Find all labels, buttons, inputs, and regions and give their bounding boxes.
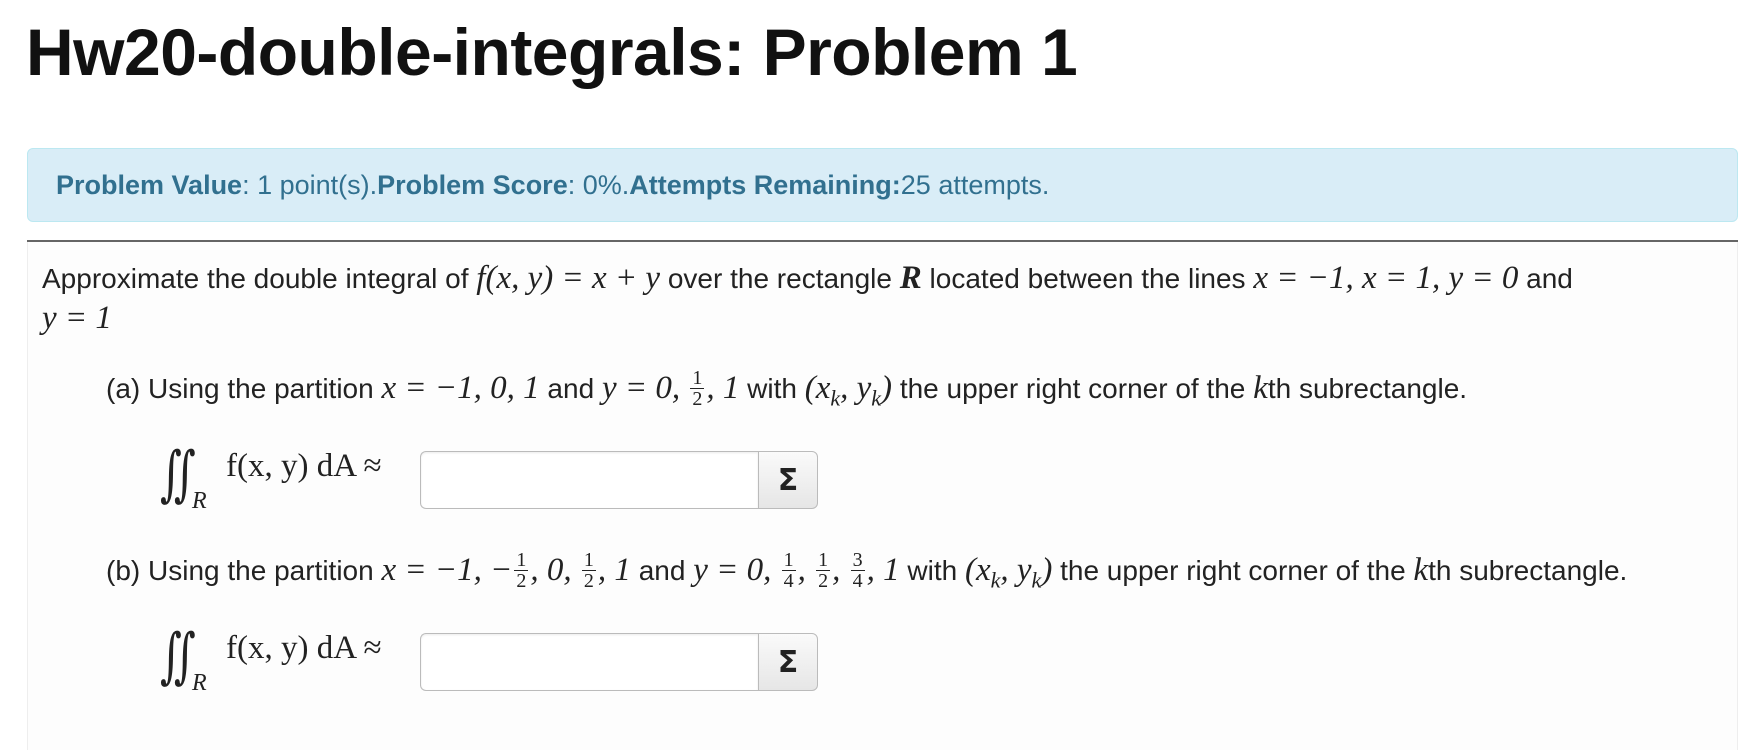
fraction: 12 xyxy=(690,367,705,411)
subscript-k: k xyxy=(990,567,1001,593)
part-a-y-partition-end: , 1 xyxy=(706,370,740,406)
sample-point-math: (xk, yk) xyxy=(804,370,893,411)
integral-region: R xyxy=(192,488,207,514)
fraction-numerator: 1 xyxy=(690,367,705,390)
answer-a-group: Σ xyxy=(420,451,818,509)
problem-value-text: : 1 point(s). xyxy=(242,169,378,200)
part-b-x-partition: , 0, xyxy=(530,552,580,588)
answer-a-input[interactable] xyxy=(420,451,758,509)
subscript-k: k xyxy=(871,385,882,411)
statement-text: located between the lines xyxy=(921,263,1254,294)
point-text: ) xyxy=(881,370,893,406)
part-b-x-partition: , 1 xyxy=(597,552,631,588)
problem-statement-line2: y = 1 xyxy=(42,298,112,339)
part-a-text: with xyxy=(739,373,805,404)
part-b-text: th subrectangle. xyxy=(1428,555,1628,586)
fraction-numerator: 1 xyxy=(581,549,596,572)
point-text: (x xyxy=(964,552,991,588)
page-title: Hw20-double-integrals: Problem 1 xyxy=(26,15,1078,89)
fraction: 34 xyxy=(850,549,865,593)
fraction: 12 xyxy=(581,549,596,593)
problem-info-alert: Problem Value: 1 point(s). Problem Score… xyxy=(27,148,1738,222)
problem-statement: Approximate the double integral of f(x, … xyxy=(42,258,1573,299)
lines-math: x = −1, x = 1, y = 0 xyxy=(1253,260,1519,296)
part-a-x-partition: x = −1, 0, 1 xyxy=(381,370,540,406)
part-b-prompt: (b) Using the partition x = −1, −1 2, 0, … xyxy=(106,550,1627,601)
line-y1-math: y = 1 xyxy=(42,300,112,336)
attempts-remaining-label: Attempts Remaining: xyxy=(629,169,901,200)
double-integral-icon: ∬ xyxy=(160,621,196,691)
fraction-numerator: 1 xyxy=(816,549,831,572)
fraction-numerator: 1 xyxy=(781,549,796,572)
fraction-denominator: 2 xyxy=(818,570,829,593)
part-b-text: with xyxy=(899,555,965,586)
subscript-k: k xyxy=(1031,567,1042,593)
part-a-text: and xyxy=(539,373,602,404)
problem-value-label: Problem Value xyxy=(56,169,243,200)
fraction-denominator: 2 xyxy=(516,570,527,593)
problem-score-text: : 0%. xyxy=(567,169,630,200)
attempts-remaining-text: 25 attempts. xyxy=(900,169,1050,200)
comma: , xyxy=(832,552,849,588)
part-a-text: th subrectangle. xyxy=(1267,373,1468,404)
fraction-denominator: 2 xyxy=(583,570,594,593)
part-a-y-partition: y = 0, xyxy=(601,370,689,406)
statement-text: and xyxy=(1518,263,1573,294)
part-b-x-partition: x = −1, − xyxy=(381,552,513,588)
k-math: k xyxy=(1413,552,1429,588)
answer-b-input[interactable] xyxy=(420,633,758,691)
point-text: , y xyxy=(840,370,872,406)
fraction: 12 xyxy=(816,549,831,593)
region-math: R xyxy=(899,260,922,296)
k-math: k xyxy=(1253,370,1268,406)
point-text: , y xyxy=(1000,552,1032,588)
part-a-prompt: (a) Using the partition x = −1, 0, 1 and… xyxy=(106,368,1467,419)
double-integral-icon: ∬ xyxy=(160,439,196,509)
statement-text: Approximate the double integral of xyxy=(42,263,477,294)
comma: , xyxy=(797,552,815,588)
problem-score-label: Problem Score xyxy=(377,169,568,200)
fraction-numerator: 3 xyxy=(850,549,865,572)
equation-editor-button-b[interactable]: Σ xyxy=(758,633,818,691)
fraction: 14 xyxy=(781,549,796,593)
integral-region: R xyxy=(192,670,207,696)
integrand-expression: f(x, y) dA ≈ xyxy=(226,448,382,484)
equation-editor-button-a[interactable]: Σ xyxy=(758,451,818,509)
answer-b-group: Σ xyxy=(420,633,818,691)
sample-point-math: (xk, yk) xyxy=(964,552,1053,593)
subscript-k: k xyxy=(830,385,841,411)
fraction: 12 xyxy=(514,549,529,593)
part-b-text: and xyxy=(630,555,694,586)
sigma-icon: Σ xyxy=(777,462,799,498)
sigma-icon: Σ xyxy=(777,644,799,680)
fraction-numerator: 1 xyxy=(514,549,529,572)
part-b-text: the upper right corner of the xyxy=(1052,555,1414,586)
problem-body xyxy=(27,242,1738,750)
part-b-y-partition: y = 0, xyxy=(693,552,780,588)
fraction-denominator: 2 xyxy=(692,388,703,411)
function-math: f(x, y) = x + y xyxy=(476,260,661,296)
part-a-text: (a) Using the partition xyxy=(106,373,382,404)
part-a-text: the upper right corner of the xyxy=(892,373,1254,404)
part-b-text: (b) Using the partition xyxy=(106,555,382,586)
point-text: (x xyxy=(804,370,831,406)
part-b-y-partition: , 1 xyxy=(866,552,900,588)
integrand-expression: f(x, y) dA ≈ xyxy=(226,630,382,666)
fraction-denominator: 4 xyxy=(852,570,863,593)
fraction-denominator: 4 xyxy=(783,570,794,593)
point-text: ) xyxy=(1041,552,1053,588)
statement-text: over the rectangle xyxy=(660,263,900,294)
